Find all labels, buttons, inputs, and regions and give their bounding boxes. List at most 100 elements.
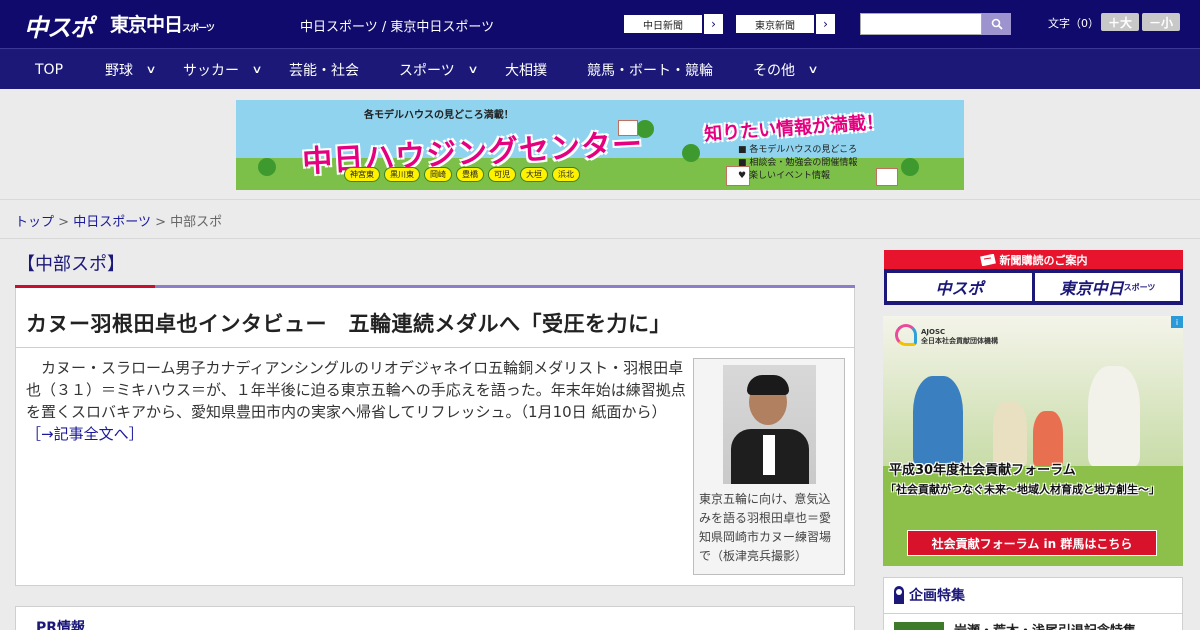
main-nav: TOP 野球 ∨ サッカー ∨ 芸能・社会 スポーツ ∨ 大相撲 競馬・ボート・競輪 … [0, 48, 1200, 89]
feature-item-link[interactable]: 岩瀬・荒木・浅尾引退記念特集 [954, 620, 1136, 630]
site-link[interactable]: 中日スポーツ / 東京中日スポーツ [300, 16, 494, 35]
ad-subheadline: 「社会貢献がつなぐ未来～地域人材育成と地方創生～」 [885, 483, 1160, 496]
city-badge: 浜北 [552, 167, 580, 182]
subscription-header: 新聞購読のご案内 [884, 250, 1183, 269]
ad-org-name: 全日本社会貢献団体機構 [921, 337, 998, 345]
tokyo-logo-main: 東京中日 [110, 14, 183, 36]
nav-label: TOP [35, 61, 64, 78]
tokyo-chunichi-logo[interactable]: 東京中日スポーツ [110, 10, 215, 37]
subscribe-tokyo-chunichi-button[interactable]: 東京中日 スポーツ [1035, 273, 1180, 301]
city-badge: 神宮東 [344, 167, 380, 182]
subscribe-chuspo-button[interactable]: 中スポ [887, 273, 1032, 301]
nav-item-other[interactable]: その他 ∨ [753, 49, 819, 90]
nav-item-racing[interactable]: 競馬・ボート・競輪 [587, 49, 713, 90]
banner-info-text: 相談会・勉強会の開催情報 [749, 158, 858, 168]
subscription-box[interactable]: 新聞購読のご案内 中スポ 東京中日 スポーツ [884, 250, 1183, 305]
feature-thumbnail[interactable] [894, 622, 944, 630]
person-illustration [1033, 411, 1063, 466]
adchoices-icon[interactable]: i [1171, 316, 1183, 328]
city-badge: 大垣 [520, 167, 548, 182]
feature-title: 企画特集 [894, 585, 965, 605]
article-title[interactable]: カヌー羽根田卓也インタビュー 五輪連続メダルへ「受圧を力に」 [26, 308, 671, 338]
breadcrumb-parent-link[interactable]: 中日スポーツ [73, 215, 151, 230]
nav-item-baseball[interactable]: 野球 ∨ [105, 49, 157, 90]
search-input[interactable] [860, 13, 982, 35]
article-lead: カヌー・スラローム男子カナディアンシングルのリオデジャネイロ五輪銅メダリスト・羽… [26, 357, 686, 445]
search-button[interactable] [982, 13, 1011, 35]
divider [16, 347, 854, 348]
city-badge: 可児 [488, 167, 516, 182]
housing-center-banner-ad[interactable]: 各モデルハウスの見どころ満載！ 中日ハウジングセンター 知りたい情報が満載！ ■… [236, 100, 964, 190]
forum-ad[interactable]: AJOSC 全日本社会貢献団体機構 i 平成30年度社会貢献フォーラム 「社会貢… [883, 316, 1183, 566]
nav-label: 野球 [105, 62, 133, 79]
article-photo-box: 東京五輪に向け、意気込みを語る羽根田卓也＝愛知県岡崎市カヌー練習場で（板津亮兵撮… [693, 358, 845, 575]
article-card: カヌー羽根田卓也インタビュー 五輪連続メダルへ「受圧を力に」 カヌー・スラローム… [15, 288, 855, 586]
subscription-header-text: 新聞購読のご案内 [999, 253, 1088, 267]
banner-area: 各モデルハウスの見どころ満載！ 中日ハウジングセンター 知りたい情報が満載！ ■… [0, 89, 1200, 200]
house-illustration [876, 168, 898, 186]
person-illustration [1088, 366, 1140, 466]
nav-label: 競馬・ボート・競輪 [587, 62, 713, 79]
nav-label: 芸能・社会 [289, 62, 359, 79]
nav-label: 大相撲 [505, 62, 547, 79]
banner-info-line: ■ 相談会・勉強会の開催情報 [738, 158, 858, 168]
nav-label: スポーツ [399, 62, 455, 79]
chevron-down-icon: ∨ [251, 63, 263, 76]
header-bar: 中スポ 東京中日スポーツ 中日スポーツ / 東京中日スポーツ 中日新聞 › 東京… [0, 0, 1200, 48]
chevron-down-icon: ∨ [467, 63, 479, 76]
photo-caption: 東京五輪に向け、意気込みを語る羽根田卓也＝愛知県岡崎市カヌー練習場で（板津亮兵撮… [699, 492, 832, 563]
chunichi-shimbun-label: 中日新聞 [623, 14, 703, 34]
tree-illustration [682, 144, 700, 162]
city-badge: 豊橋 [456, 167, 484, 182]
read-more-link[interactable]: ［→記事全文へ］ [26, 425, 144, 443]
breadcrumb-current: 中部スポ [170, 215, 223, 230]
photo-stripe-shape [763, 435, 775, 475]
article-photo[interactable] [723, 365, 816, 484]
nav-label: サッカー [183, 62, 239, 79]
chunichi-shimbun-button[interactable]: 中日新聞 › [622, 13, 724, 35]
photo-hair-shape [747, 375, 789, 395]
search-icon [991, 18, 1003, 30]
divider [884, 613, 1182, 614]
chuspo-logo[interactable]: 中スポ [24, 8, 94, 43]
feature-box: 企画特集 岩瀬・荒木・浅尾引退記念特集 [883, 577, 1183, 630]
city-badge: 岡崎 [424, 167, 452, 182]
subscribe-logo-text: 東京中日 [1059, 279, 1124, 298]
ajosc-logo-icon [895, 324, 917, 346]
tokyo-logo-small: スポーツ [182, 24, 215, 34]
ad-headline: 平成30年度社会貢献フォーラム [889, 463, 1076, 478]
nav-label: その他 [753, 62, 795, 79]
ad-org-abbr: AJOSC [921, 328, 946, 336]
breadcrumb-home-link[interactable]: トップ [15, 215, 54, 230]
chevron-right-icon: › [815, 14, 835, 34]
breadcrumb-separator: > [155, 215, 166, 230]
nav-item-soccer[interactable]: サッカー ∨ [183, 49, 263, 90]
breadcrumb: トップ > 中日スポーツ > 中部スポ [15, 211, 222, 230]
font-smaller-button[interactable]: －小 [1142, 13, 1180, 31]
chevron-down-icon: ∨ [145, 63, 157, 76]
pr-box: PR情報 [15, 606, 855, 630]
banner-info-line: ♥ 楽しいイベント情報 [738, 171, 830, 181]
subscribe-logo-small: スポーツ [1123, 282, 1156, 292]
nav-item-top[interactable]: TOP [35, 49, 63, 90]
nav-item-sports[interactable]: スポーツ ∨ [399, 49, 479, 90]
banner-info-text: 各モデルハウスの見どころ [749, 145, 858, 155]
font-larger-button[interactable]: ＋大 [1101, 13, 1139, 31]
banner-burst-text: 知りたい情報が満載！ [703, 111, 885, 146]
banner-city-list: 神宮東 黒川東 岡崎 豊橋 可児 大垣 浜北 [344, 167, 580, 182]
feature-title-text: 企画特集 [909, 588, 965, 604]
tokyo-shimbun-button[interactable]: 東京新聞 › [734, 13, 836, 35]
nav-item-entertainment[interactable]: 芸能・社会 [289, 49, 359, 90]
ad-organization: AJOSC 全日本社会貢献団体機構 [921, 328, 998, 346]
subscribe-logo-text: 中スポ [935, 279, 984, 298]
banner-info-line: ■ 各モデルハウスの見どころ [738, 145, 858, 155]
tokyo-shimbun-label: 東京新聞 [735, 14, 815, 34]
tree-illustration [258, 158, 276, 176]
breadcrumb-separator: > [58, 215, 70, 230]
chevron-right-icon: › [703, 14, 723, 34]
font-size-label: 文字（0） [1048, 17, 1099, 30]
tree-illustration [901, 158, 919, 176]
newspaper-icon [979, 253, 996, 266]
nav-item-sumo[interactable]: 大相撲 [505, 49, 547, 90]
ad-cta-button[interactable]: 社会貢献フォーラム in 群馬はこちら [907, 530, 1157, 556]
